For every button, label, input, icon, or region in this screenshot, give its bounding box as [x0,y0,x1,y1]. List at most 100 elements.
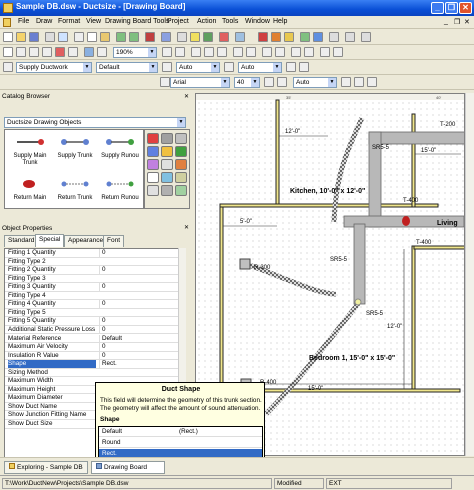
tab-special[interactable]: Special [35,234,65,247]
flip-icon[interactable] [275,47,285,57]
duct-tool-icon[interactable] [55,47,65,57]
properties-icon[interactable] [361,32,371,42]
menu-action[interactable]: Action [197,18,216,25]
property-row[interactable]: Fitting 5 Quantity 0 [5,317,185,326]
palette-green-icon[interactable] [175,146,187,157]
chevron-down-icon[interactable]: ▼ [148,48,156,57]
new-icon[interactable] [3,32,13,42]
blue-tool-icon[interactable] [313,32,323,42]
tab-appearance[interactable]: Appearance [64,235,108,247]
maximize-button[interactable]: ❐ [445,2,458,14]
paste-icon[interactable] [100,32,110,42]
property-value[interactable]: 0 [99,317,106,326]
align-right-icon[interactable] [217,47,227,57]
property-value[interactable]: 0 [99,249,106,257]
mdi-close-button[interactable]: ✕ [464,18,470,26]
palette-gray-icon[interactable] [161,133,173,144]
property-value[interactable]: 0 [99,325,106,334]
shape-option[interactable]: Default (Rect.) [99,427,262,437]
palette-blank-icon[interactable] [147,172,159,183]
minimize-button[interactable]: _ [431,2,444,14]
menu-project[interactable]: Project [167,18,189,25]
yellow-tool-icon[interactable] [284,32,294,42]
line-width-combo[interactable]: Auto ▼ [238,62,282,73]
property-value[interactable]: 0 [99,343,106,352]
shape-option[interactable]: Round [99,438,262,448]
zoom-combo[interactable]: 190% ▼ [113,47,157,58]
cut-icon[interactable] [74,32,84,42]
property-row[interactable]: Fitting 1 Quantity 0 [5,249,185,258]
orange-tool-icon[interactable] [271,32,281,42]
tab-drawing-board[interactable]: Drawing Board [91,461,165,474]
property-row[interactable]: Maximum Air Velocity 0 [5,343,185,352]
menu-view[interactable]: View [86,18,101,25]
chevron-down-icon[interactable]: ▼ [221,78,229,87]
align-text-center-icon[interactable] [354,77,364,87]
palette-sky-icon[interactable] [161,172,173,183]
palette-white-icon[interactable] [161,159,173,170]
rectangle-tool-icon[interactable] [42,47,52,57]
snap-icon[interactable] [320,47,330,57]
bold-icon[interactable] [264,77,274,87]
ungroup-icon[interactable] [246,47,256,57]
print-preview-icon[interactable] [58,32,68,42]
menu-tools[interactable]: Tools [222,18,238,25]
menu-draw[interactable]: Draw [36,18,52,25]
property-value[interactable]: Rect. [99,360,117,369]
group-icon[interactable] [233,47,243,57]
catalog-item-supply-main-trunk[interactable]: Supply Main Trunk [8,136,52,167]
send-back-icon[interactable] [304,47,314,57]
font-combo[interactable]: Arial ▼ [170,77,230,88]
palette-text-icon[interactable] [147,185,159,196]
catalog-item-return-runout[interactable]: Return Runou [98,178,142,202]
layers-icon[interactable] [345,32,355,42]
tab-exploring[interactable]: Exploring - Sample DB [4,461,88,474]
italic-icon[interactable] [277,77,287,87]
copy-icon[interactable] [87,32,97,42]
tab-standard[interactable]: Standard [4,235,39,247]
help-icon[interactable] [235,32,245,42]
property-row[interactable]: Fitting Type 5 [5,309,185,318]
rotate-icon[interactable] [262,47,272,57]
property-row[interactable]: Fitting Type 2 [5,258,185,267]
line-color-icon[interactable] [162,62,172,72]
pan-icon[interactable] [175,47,185,57]
shadow-icon[interactable] [299,62,309,72]
font-icon[interactable] [160,77,170,87]
chevron-down-icon[interactable]: ▼ [177,118,185,127]
line-tool-icon[interactable] [16,47,26,57]
palette-stamp-icon[interactable] [161,185,173,196]
style-combo[interactable]: Default ▼ [96,62,158,73]
property-row[interactable]: Additional Static Pressure Loss 0 [5,325,185,335]
delete-icon[interactable] [145,32,155,42]
chevron-down-icon[interactable]: ▼ [211,63,219,72]
print-icon[interactable] [45,32,55,42]
catalog-item-return-main[interactable]: Return Main [8,178,52,202]
catalog-item-return-trunk[interactable]: Return Trunk [53,178,97,202]
text-tool-icon[interactable] [68,47,78,57]
property-row[interactable]: Fitting Type 3 [5,275,185,284]
palette-blue-icon[interactable] [147,146,159,157]
zoom-fit-icon[interactable] [162,47,172,57]
layer-icon[interactable] [3,62,13,72]
menu-file[interactable]: File [18,18,29,25]
catalog-item-supply-runout[interactable]: Supply Runou [98,136,142,160]
property-row[interactable]: Fitting 2 Quantity 0 [5,266,185,275]
catalog-close-icon[interactable]: ✕ [183,94,190,101]
open-icon[interactable] [16,32,26,42]
undo-icon[interactable] [116,32,126,42]
red-tool-icon[interactable] [258,32,268,42]
app-icon[interactable] [3,3,13,13]
catalog-item-supply-trunk[interactable]: Supply Trunk [53,136,97,160]
property-value[interactable]: 0 [99,283,106,292]
layer-combo[interactable]: Supply Ductwork ▼ [16,62,92,73]
menu-help[interactable]: Help [273,18,287,25]
bring-front-icon[interactable] [291,47,301,57]
check-icon[interactable] [203,32,213,42]
palette-khaki-icon[interactable] [175,172,187,183]
palette-red-icon[interactable] [147,133,159,144]
document-icon[interactable] [3,18,11,27]
wall-tool-icon[interactable] [84,47,94,57]
property-row[interactable]: Material Reference Default [5,334,185,344]
save-icon[interactable] [29,32,39,42]
